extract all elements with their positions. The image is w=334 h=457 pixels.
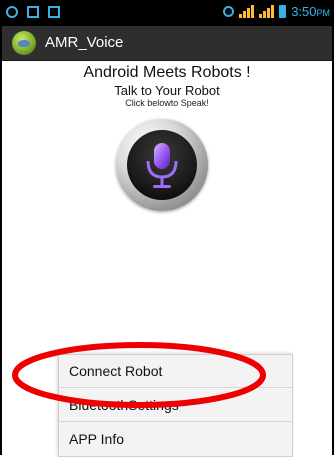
alarm-icon [223, 6, 235, 17]
options-menu: Connect Robot BluetoothSettings APP Info [58, 354, 293, 457]
phone-screen: 3:50PM AMR_Voice Android Meets Robots ! … [0, 0, 334, 457]
sd-card-icon [48, 6, 60, 18]
microphone-icon [127, 130, 197, 200]
app-logo-icon[interactable] [12, 31, 36, 55]
main-content: Android Meets Robots ! Talk to Your Robo… [0, 61, 334, 457]
menu-item-connect-robot[interactable]: Connect Robot [59, 355, 292, 388]
signal-icon [259, 5, 275, 18]
clock-time: 3:50 [291, 4, 317, 19]
speak-hint: Click belowto Speak! [125, 98, 209, 108]
app-title: AMR_Voice [45, 34, 124, 51]
action-bar: AMR_Voice [0, 26, 334, 61]
status-bar: 3:50PM [0, 0, 334, 26]
speak-button[interactable] [116, 119, 208, 211]
menu-item-bluetooth-settings[interactable]: BluetoothSettings [59, 389, 292, 422]
clock-suffix: PM [316, 8, 331, 18]
subheadline: Talk to Your Robot [114, 83, 220, 98]
signal-icon [239, 5, 255, 18]
sync-icon [6, 6, 18, 18]
headline: Android Meets Robots ! [83, 64, 251, 81]
clock: 3:50PM [291, 4, 330, 19]
image-icon [27, 6, 39, 18]
menu-item-app-info[interactable]: APP Info [59, 423, 292, 456]
battery-icon [279, 5, 287, 18]
